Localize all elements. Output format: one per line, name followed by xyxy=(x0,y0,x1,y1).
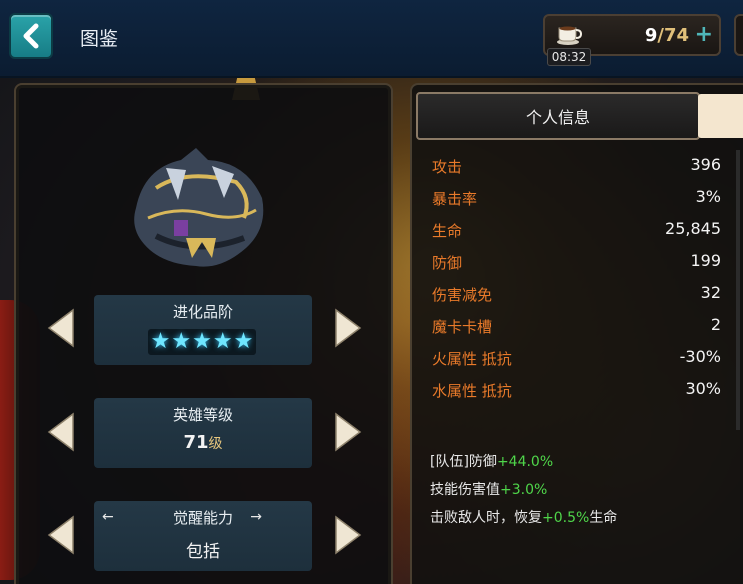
bonus-list: [队伍]防御+44.0% 技能伤害值+3.0% 击败敌人时，恢复+0.5%生命 xyxy=(430,452,730,536)
attribute-value: 3% xyxy=(695,187,721,206)
attribute-value: 2 xyxy=(710,315,721,334)
evolution-rank-box: 进化品阶 ★ ★ ★ ★ ★ xyxy=(94,295,312,365)
stamina-timer: 08:32 xyxy=(547,48,591,66)
star-icon: ★ xyxy=(171,329,192,354)
coffee-cup-icon xyxy=(557,26,583,45)
attribute-value: -30% xyxy=(679,347,721,366)
attribute-row: 魔卡卡槽 2 xyxy=(420,310,730,342)
attribute-row: 伤害减免 32 xyxy=(420,278,730,310)
attribute-value: 199 xyxy=(690,251,721,270)
currency-counter-partial[interactable] xyxy=(734,14,743,56)
evolution-next-button[interactable] xyxy=(333,308,363,348)
chevron-left-icon xyxy=(23,23,39,49)
add-stamina-button[interactable]: + xyxy=(695,22,713,47)
star-icon: ★ xyxy=(192,329,212,354)
evolution-label: 进化品阶 xyxy=(172,303,233,321)
star-icon: ★ xyxy=(150,329,171,354)
attribute-row: 生命 25,845 xyxy=(420,214,730,246)
hero-level-box: 英雄等级 71级 xyxy=(94,398,312,468)
attribute-name: 暴击率 xyxy=(432,190,478,208)
bonus-line: 击败敌人时，恢复+0.5%生命 xyxy=(430,510,618,526)
attribute-value: 25,845 xyxy=(665,219,721,238)
attribute-row: 暴击率 3% xyxy=(420,182,730,214)
attribute-name: 攻击 xyxy=(432,158,463,176)
attribute-name: 生命 xyxy=(432,222,463,240)
top-bar: 图鉴 9/74 + 08:32 xyxy=(0,0,743,78)
bonus-line: 技能伤害值+3.0% xyxy=(430,482,548,498)
attribute-row: 火属性 抵抗 -30% xyxy=(420,342,730,374)
stamina-value: 9/74 xyxy=(644,25,689,46)
awakening-right-arrow: → xyxy=(250,509,262,525)
hero-portrait xyxy=(134,148,264,267)
back-button[interactable] xyxy=(9,13,53,59)
attribute-name: 魔卡卡槽 xyxy=(432,318,493,336)
attribute-name: 防御 xyxy=(432,254,463,272)
attribute-scrollbar[interactable] xyxy=(736,150,740,430)
awakening-value: 包括 xyxy=(186,542,220,562)
awakening-box: ← 觉醒能力 → 包括 xyxy=(94,501,312,571)
attribute-value: 30% xyxy=(685,379,721,398)
hero-level-value: 71级 xyxy=(183,432,223,453)
awakening-label: 觉醒能力 xyxy=(172,509,233,527)
attribute-name: 伤害减免 xyxy=(432,286,493,304)
attribute-name: 火属性 抵抗 xyxy=(432,350,512,368)
awakening-next-button[interactable] xyxy=(333,515,363,555)
bonus-line: [队伍]防御+44.0% xyxy=(430,454,554,470)
attribute-name: 水属性 抵抗 xyxy=(432,382,512,400)
star-icon: ★ xyxy=(212,329,233,354)
evolution-prev-button[interactable] xyxy=(46,308,76,348)
star-icon: ★ xyxy=(233,329,254,354)
level-next-button[interactable] xyxy=(333,412,363,452)
tab-secondary[interactable] xyxy=(698,94,743,138)
page-title: 图鉴 xyxy=(80,28,119,50)
attribute-list: 攻击 396 暴击率 3% 生命 25,845 防御 199 伤害减免 32 魔… xyxy=(420,150,730,406)
evolution-stars: ★ ★ ★ ★ ★ xyxy=(148,329,256,355)
attribute-value: 396 xyxy=(690,155,721,174)
attribute-value: 32 xyxy=(700,283,721,302)
attribute-row: 防御 199 xyxy=(420,246,730,278)
attribute-row: 水属性 抵抗 30% xyxy=(420,374,730,406)
hero-level-label: 英雄等级 xyxy=(172,406,233,424)
level-prev-button[interactable] xyxy=(46,412,76,452)
tab-personal-info[interactable]: 个人信息 xyxy=(416,92,700,140)
attribute-row: 攻击 396 xyxy=(420,150,730,182)
awakening-prev-button[interactable] xyxy=(46,515,76,555)
